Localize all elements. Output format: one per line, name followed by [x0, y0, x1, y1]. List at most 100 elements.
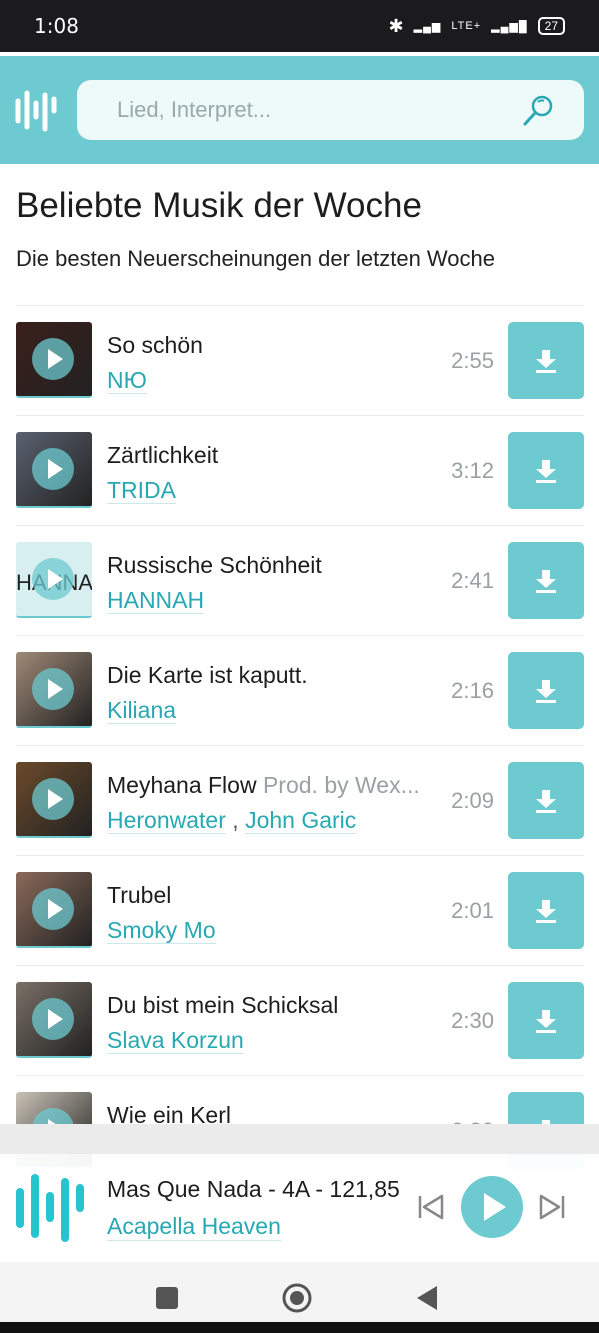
track-duration: 3:12	[451, 458, 494, 483]
track-row[interactable]: Zärtlichkeit TRIDA 3:12	[16, 415, 584, 525]
track-artists: Heronwater , John Garic	[107, 807, 357, 834]
play-icon[interactable]	[32, 778, 74, 820]
track-artists: Kiliana	[107, 697, 177, 724]
track-row[interactable]: Meyhana Flow Prod. by Wex... Heronwater ,…	[16, 745, 584, 855]
track-artists: HANNAH	[107, 587, 205, 614]
download-icon	[536, 569, 556, 593]
track-title: Die Karte ist kaputt.	[107, 662, 308, 689]
download-button[interactable]	[508, 542, 584, 619]
play-icon[interactable]	[32, 888, 74, 930]
track-list: So schön NЮ 2:55 Zärtlichkeit TRIDA 3:12 HANNA…	[16, 305, 584, 1185]
download-button[interactable]	[508, 652, 584, 729]
download-icon	[536, 459, 556, 483]
artist-link[interactable]: HANNAH	[107, 587, 205, 614]
track-title: Zärtlichkeit	[107, 442, 218, 469]
track-title: So schön	[107, 332, 203, 359]
artist-link[interactable]: John Garic	[245, 807, 357, 834]
search-box[interactable]	[77, 80, 584, 140]
track-row[interactable]: Trubel Smoky Mo 2:01	[16, 855, 584, 965]
skip-previous-icon[interactable]	[416, 1192, 446, 1222]
track-cover[interactable]	[16, 982, 92, 1058]
play-icon[interactable]	[32, 448, 74, 490]
track-title-text: Meyhana Flow	[107, 772, 257, 798]
now-playing-title: Mas Que Nada - 4A - 121,85	[107, 1176, 400, 1202]
track-duration: 2:01	[451, 898, 494, 923]
download-button[interactable]	[508, 432, 584, 509]
bluetooth-icon: ✱	[388, 15, 404, 36]
play-icon	[484, 1193, 506, 1221]
page-subtitle: Die besten Neuerscheinungen der letzten …	[16, 246, 496, 271]
home-button[interactable]	[282, 1283, 312, 1313]
download-icon	[536, 1009, 556, 1033]
download-icon	[536, 899, 556, 923]
page-title: Beliebte Musik der Woche	[16, 186, 422, 225]
signal-strength-icon: ▂▄▆█	[491, 20, 528, 33]
now-playing-progress-area	[0, 1124, 599, 1154]
track-duration: 2:55	[451, 348, 494, 373]
signal-icon: ▂▄▆	[413, 20, 442, 33]
artist-link[interactable]: Kiliana	[107, 697, 177, 724]
play-button[interactable]	[461, 1176, 523, 1238]
track-duration: 2:30	[451, 1008, 494, 1033]
track-title-text: So schön	[107, 332, 203, 358]
nav-bottom-strip	[0, 1322, 599, 1333]
play-icon[interactable]	[32, 558, 74, 600]
search-icon[interactable]	[522, 93, 556, 127]
track-title-text: Die Karte ist kaputt.	[107, 662, 308, 688]
status-time: 1:08	[34, 14, 79, 38]
track-duration: 2:16	[451, 678, 494, 703]
now-playing-bar[interactable]: Mas Que Nada - 4A - 121,85 Acapella Heav…	[0, 1124, 599, 1262]
track-artists: TRIDA	[107, 477, 176, 504]
skip-next-icon[interactable]	[537, 1192, 567, 1222]
waveform-logo-icon	[16, 1174, 84, 1242]
track-title-text: Trubel	[107, 882, 172, 908]
track-cover[interactable]	[16, 872, 92, 948]
track-title-text: Zärtlichkeit	[107, 442, 219, 468]
track-cover[interactable]	[16, 432, 92, 508]
battery-icon: 27	[537, 17, 565, 35]
track-cover[interactable]: HANNAH	[16, 542, 92, 618]
download-button[interactable]	[508, 762, 584, 839]
status-bar: 1:08 ✱ ▂▄▆ LTE+ ▂▄▆█ 27	[0, 0, 599, 52]
play-icon[interactable]	[32, 668, 74, 710]
track-row[interactable]: Du bist mein Schicksal Slava Korzun 2:30	[16, 965, 584, 1075]
track-duration: 2:09	[451, 788, 494, 813]
track-title: Meyhana Flow Prod. by Wex...	[107, 772, 420, 799]
track-row[interactable]: HANNAH Russische Schönheit HANNAH 2:41	[16, 525, 584, 635]
download-button[interactable]	[508, 322, 584, 399]
track-row[interactable]: So schön NЮ 2:55	[16, 305, 584, 415]
play-icon[interactable]	[32, 998, 74, 1040]
now-playing-artist[interactable]: Acapella Heaven	[107, 1213, 281, 1241]
track-title: Du bist mein Schicksal	[107, 992, 338, 1019]
artist-link[interactable]: NЮ	[107, 367, 147, 394]
download-button[interactable]	[508, 872, 584, 949]
track-artists: NЮ	[107, 367, 147, 394]
track-cover[interactable]	[16, 652, 92, 728]
play-icon[interactable]	[32, 338, 74, 380]
track-artists: Slava Korzun	[107, 1027, 244, 1054]
back-button[interactable]	[415, 1284, 439, 1312]
download-icon	[536, 789, 556, 813]
network-label: LTE+	[451, 20, 482, 32]
track-row[interactable]: Die Karte ist kaputt. Kiliana 2:16	[16, 635, 584, 745]
app-header	[0, 56, 599, 164]
search-input[interactable]	[115, 96, 499, 124]
download-icon	[536, 679, 556, 703]
artist-link[interactable]: Slava Korzun	[107, 1027, 244, 1054]
download-button[interactable]	[508, 982, 584, 1059]
artist-link[interactable]: TRIDA	[107, 477, 176, 504]
track-title: Russische Schönheit	[107, 552, 322, 579]
recent-apps-button[interactable]	[156, 1287, 178, 1309]
download-icon	[536, 349, 556, 373]
track-title-text: Du bist mein Schicksal	[107, 992, 339, 1018]
track-artists: Smoky Mo	[107, 917, 216, 944]
track-producer: Prod. by Wex...	[262, 772, 420, 798]
track-title: Trubel	[107, 882, 171, 909]
artist-link[interactable]: Heronwater	[107, 807, 226, 834]
track-duration: 2:41	[451, 568, 494, 593]
track-cover[interactable]	[16, 322, 92, 398]
waveform-logo-icon[interactable]	[14, 87, 62, 133]
status-icons: ✱ ▂▄▆ LTE+ ▂▄▆█ 27	[389, 16, 565, 37]
artist-link[interactable]: Smoky Mo	[107, 917, 216, 944]
track-cover[interactable]	[16, 762, 92, 838]
